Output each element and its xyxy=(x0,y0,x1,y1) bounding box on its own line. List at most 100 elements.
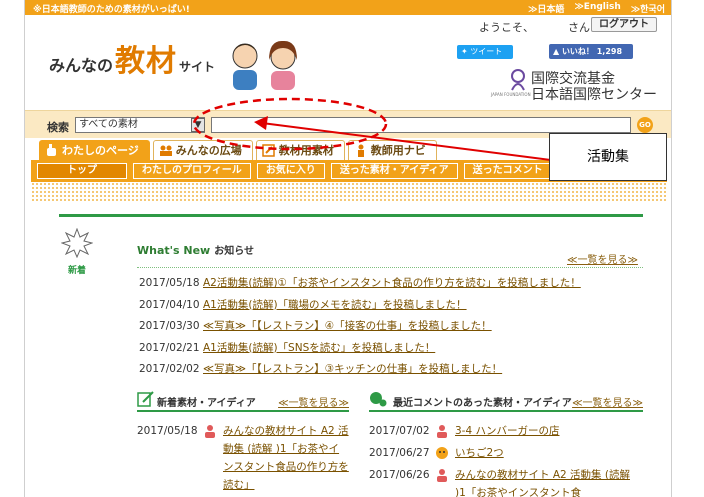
callout-box: 活動集 xyxy=(549,133,667,181)
dotted-band xyxy=(31,182,667,202)
teacher-icon xyxy=(357,144,364,157)
subnav-sent-materials[interactable]: 送った素材・アイディア xyxy=(330,163,458,179)
japan-foundation-logo[interactable]: 国際交流基金 日本語国際センター JAPAN FOUNDATION xyxy=(489,68,659,103)
list-item: 2017/02/02 ≪写真≫「【レストラン】③キッチンの仕事」を投稿しました！ xyxy=(139,362,639,384)
recent-comments-panel: 最近コメントのあった素材・アイディア ≪一覧を見る≫ 2017/07/02 3-… xyxy=(369,388,643,497)
new-materials-title: 新着素材・アイディア xyxy=(157,398,256,409)
jf-mark-icon xyxy=(511,69,525,91)
welcome-san: さん xyxy=(568,21,590,34)
search-category-select[interactable]: すべての素材 xyxy=(75,117,205,133)
pencil-icon xyxy=(262,144,275,157)
chevron-down-icon[interactable]: ▼ xyxy=(191,118,205,132)
news-list: 2017/05/18 A2活動集(読解)①「お茶やインスタント食品の作り方を読む」… xyxy=(139,276,639,384)
search-label: 検索 xyxy=(47,121,69,134)
logout-button[interactable]: ログアウト xyxy=(591,17,657,32)
thumbs-up-icon: ▲ xyxy=(553,47,562,56)
page-frame: ※日本語教師のための素材がいっぱい! ≫日本語 ≫English ≫한국어 よう… xyxy=(24,0,672,497)
search-input[interactable] xyxy=(211,117,631,133)
new-materials-header: 新着素材・アイディア ≪一覧を見る≫ xyxy=(137,388,349,412)
news-more-link[interactable]: ≪一覧を見る≫ xyxy=(567,251,638,266)
recent-comments-title: 最近コメントのあった素材・アイディア xyxy=(393,398,572,409)
material-link[interactable]: みんなの教材サイト A2 活動集 (読解 )1「お茶やインスタント食品の作り方を… xyxy=(223,425,349,491)
comment-date: 2017/06/26 xyxy=(369,469,430,481)
news-date: 2017/03/30 xyxy=(139,320,200,332)
bird-icon: ✦ xyxy=(461,47,471,56)
list-item: 2017/06/26 みんなの教材サイト A2 活動集 (読解 )1「お茶やイン… xyxy=(369,466,643,497)
whats-new-jp: お知らせ xyxy=(214,246,255,257)
comment-link[interactable]: いちご2つ xyxy=(455,447,504,459)
new-materials-panel: 新着素材・アイディア ≪一覧を見る≫ 2017/05/18 みんなの教材サイト … xyxy=(137,388,349,494)
user-avatar-icon xyxy=(437,469,447,482)
news-date: 2017/05/18 xyxy=(139,277,200,289)
whats-new-title: What's New お知らせ xyxy=(137,242,254,257)
logo-part1: みんなの xyxy=(49,56,114,75)
language-links: ≫日本語 ≫English ≫한국어 xyxy=(528,2,665,15)
like-label: いいね！ 1,298 xyxy=(561,47,623,56)
news-date: 2017/02/21 xyxy=(139,341,200,354)
new-materials-list: 2017/05/18 みんなの教材サイト A2 活動集 (読解 )1「お茶やイン… xyxy=(137,422,349,494)
site-logo[interactable]: みんなの 教材 サイト xyxy=(49,36,215,80)
news-badge: 新着 xyxy=(60,227,94,276)
news-link[interactable]: ≪写真≫「【レストラン】③キッチンの仕事」を投稿しました！ xyxy=(203,362,502,384)
tab-my-page[interactable]: わたしのページ xyxy=(39,140,150,160)
news-link[interactable]: ≪写真≫「【レストラン】④「接客の仕事」を投稿しました！ xyxy=(203,319,492,341)
top-bar: ※日本語教師のための素材がいっぱい! ≫日本語 ≫English ≫한국어 xyxy=(25,0,671,15)
welcome-text: ようこそ、 さん xyxy=(479,19,590,35)
list-item: 2017/04/10 A1活動集(読解)「職場のメモを読む」を投稿しました！ xyxy=(139,298,639,320)
recent-comments-list: 2017/07/02 3-4 ハンバーガーの店 2017/06/27 いちご2つ… xyxy=(369,422,643,497)
people-icon xyxy=(159,145,172,156)
news-link[interactable]: A2活動集(読解)①「お茶やインスタント食品の作り方を読む」を投稿しました！ xyxy=(203,276,581,298)
tab-materials[interactable]: 教材用素材 xyxy=(255,140,345,160)
news-date: 2017/04/10 xyxy=(139,298,200,311)
welcome-label: ようこそ、 xyxy=(479,21,534,34)
tab-my-page-label: わたしのページ xyxy=(62,144,139,157)
news-link[interactable]: A1活動集(読解)「SNSを読む」を投稿しました！ xyxy=(203,341,435,363)
news-divider xyxy=(137,267,643,268)
material-date: 2017/05/18 xyxy=(137,425,198,437)
comment-link[interactable]: 3-4 ハンバーガーの店 xyxy=(455,425,560,437)
list-item: 2017/06/27 いちご2つ xyxy=(369,444,643,466)
list-item: 2017/07/02 3-4 ハンバーガーの店 xyxy=(369,422,643,444)
logo-part2: 教材 xyxy=(115,44,178,79)
whats-new-en: What's New xyxy=(137,244,211,257)
news-link[interactable]: A1活動集(読解)「職場のメモを読む」を投稿しました！ xyxy=(203,298,467,320)
tagline: ※日本語教師のための素材がいっぱい! xyxy=(33,5,190,15)
search-go-button[interactable]: GO xyxy=(637,117,653,133)
comment-link[interactable]: みんなの教材サイト A2 活動集 (読解 )1「お茶やインスタント食 xyxy=(455,469,630,497)
lang-korean-link[interactable]: ≫한국어 xyxy=(631,2,665,15)
tab-plaza[interactable]: みんなの広場 xyxy=(152,140,253,160)
hand-icon xyxy=(47,144,56,156)
tab-teacher-navi[interactable]: 教師用ナビ xyxy=(347,140,437,160)
starburst-icon xyxy=(60,227,94,259)
user-avatar-icon xyxy=(436,447,448,459)
user-avatar-icon xyxy=(437,425,447,438)
green-divider xyxy=(59,214,643,217)
comment-date: 2017/06/27 xyxy=(369,447,430,459)
user-avatar-icon xyxy=(205,425,215,438)
teachers-illustration xyxy=(232,40,297,90)
lang-japanese-link[interactable]: ≫日本語 xyxy=(528,2,564,15)
list-item: 2017/02/21 A1活動集(読解)「SNSを読む」を投稿しました！ xyxy=(139,341,639,363)
tab-materials-label: 教材用素材 xyxy=(278,144,334,157)
subnav-profile[interactable]: わたしのプロフィール xyxy=(133,163,251,179)
lang-english-link[interactable]: ≫English xyxy=(574,2,620,15)
subnav-top[interactable]: トップ xyxy=(37,163,127,179)
news-date: 2017/02/02 xyxy=(139,363,200,375)
tweet-button[interactable]: ✦ ツイート xyxy=(457,45,513,59)
tweet-label: ツイート xyxy=(470,47,503,56)
logo-part3: サイト xyxy=(179,60,216,74)
subnav-sent-comments[interactable]: 送ったコメント xyxy=(463,163,552,179)
list-item: 2017/05/18 A2活動集(読解)①「お茶やインスタント食品の作り方を読む」… xyxy=(139,276,639,298)
jf-small-text: JAPAN FOUNDATION xyxy=(491,92,531,97)
tab-teacher-navi-label: 教師用ナビ xyxy=(370,144,426,157)
subnav-favorites[interactable]: お気に入り xyxy=(256,163,325,179)
recent-comments-header: 最近コメントのあった素材・アイディア ≪一覧を見る≫ xyxy=(369,388,643,412)
new-materials-more-link[interactable]: ≪一覧を見る≫ xyxy=(278,394,349,409)
main-tabs: わたしのページ みんなの広場 教材用素材 教師用ナビ xyxy=(39,140,437,160)
comment-date: 2017/07/02 xyxy=(369,425,430,437)
jf-line2: 日本語国際センター xyxy=(531,87,657,103)
edit-icon xyxy=(137,391,154,407)
list-item: 2017/05/18 みんなの教材サイト A2 活動集 (読解 )1「お茶やイン… xyxy=(137,422,349,494)
recent-comments-more-link[interactable]: ≪一覧を見る≫ xyxy=(572,394,643,409)
like-button[interactable]: ▲ いいね！ 1,298 xyxy=(549,44,633,59)
